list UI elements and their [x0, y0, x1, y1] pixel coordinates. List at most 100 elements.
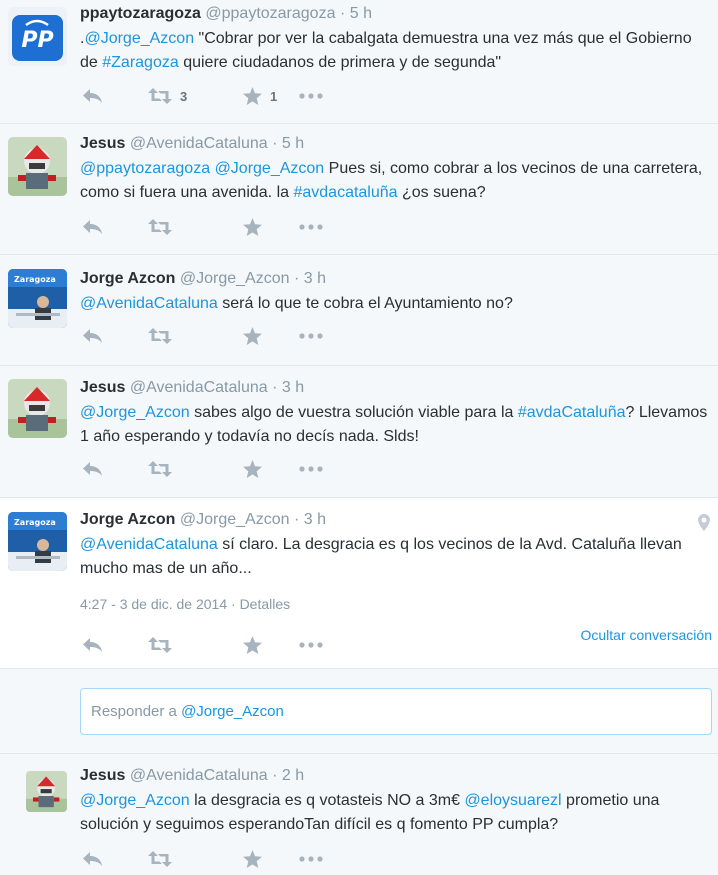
reply-button[interactable] [82, 216, 103, 238]
favorite-button[interactable] [243, 458, 262, 480]
more-button[interactable] [299, 458, 323, 480]
reply-icon [83, 89, 102, 103]
star-icon [243, 636, 262, 654]
more-button[interactable] [299, 848, 323, 870]
tweet-fullname[interactable]: ppaytozaragoza [80, 5, 201, 22]
separator-dot: · [293, 511, 300, 528]
separator-dot: · [231, 596, 236, 612]
favorite-button[interactable] [243, 216, 262, 238]
avatar[interactable] [26, 771, 67, 812]
tweet-timestamp[interactable]: 4:27 - 3 de dic. de 2014 [80, 596, 227, 612]
tweet-item[interactable]: Jesus @AvenidaCataluna · 5 h @ppaytozara… [0, 124, 718, 255]
reply-button[interactable] [82, 634, 103, 656]
tweet-fullname[interactable]: Jorge Azcon [80, 511, 175, 528]
retweet-button[interactable] [148, 458, 172, 480]
mention-link[interactable]: @Jorge_Azcon [84, 30, 194, 47]
retweet-icon [148, 328, 172, 344]
mention-link[interactable]: @AvenidaCataluna [80, 536, 218, 553]
tweet-text: @AvenidaCataluna sí claro. La desgracia … [80, 533, 712, 581]
more-icon [299, 856, 323, 862]
more-icon [299, 333, 323, 339]
reply-button[interactable] [82, 848, 103, 870]
favorite-button[interactable]: 1 [243, 85, 277, 107]
tweet-text: @Jorge_Azcon sabes algo de vuestra soluc… [80, 401, 712, 449]
retweet-button[interactable] [148, 325, 172, 347]
hashtag-link[interactable]: #avdaCataluña [518, 404, 626, 421]
mention-link[interactable]: @Jorge_Azcon [80, 404, 190, 421]
tweet-text-segment: ¿os suena? [397, 184, 486, 201]
selected-tweet[interactable]: Zaragoza Jorge Azcon @Jorge_Azcon · 3 h … [0, 498, 718, 669]
mention-link[interactable]: @ppaytozaragoza [80, 160, 210, 177]
tweet-fullname[interactable]: Jesus [80, 379, 125, 396]
favorite-button[interactable] [243, 325, 262, 347]
more-button[interactable] [299, 634, 323, 656]
favorite-button[interactable] [243, 634, 262, 656]
retweet-count: 3 [180, 88, 188, 104]
hide-conversation-link[interactable]: Ocultar conversación [580, 627, 712, 643]
tweet-time[interactable]: 3 h [282, 379, 304, 396]
separator-dot: · [272, 379, 278, 396]
retweet-button[interactable]: 3 [148, 85, 187, 107]
tweet-text: @AvenidaCataluna será lo que te cobra el… [80, 292, 712, 316]
tweet-time[interactable]: 5 h [282, 135, 304, 152]
tweet-fullname[interactable]: Jesus [80, 767, 125, 784]
reply-button[interactable] [82, 85, 103, 107]
avatar[interactable]: Zaragoza [8, 512, 67, 571]
tweet-item[interactable]: PP ppaytozaragoza @ppaytozaragoza · 5 h … [0, 0, 718, 124]
retweet-icon [148, 219, 172, 235]
avatar[interactable]: PP [8, 7, 67, 66]
tweet-text-segment: quiere ciudadanos de primera y de segund… [178, 54, 502, 71]
retweet-button[interactable] [148, 848, 172, 870]
tweet-item[interactable]: Jesus @AvenidaCataluna · 2 h @Jorge_Azco… [0, 754, 718, 875]
favorite-count: 1 [270, 88, 278, 104]
details-link[interactable]: Detalles [240, 596, 291, 612]
hashtag-link[interactable]: #avdacataluña [293, 184, 397, 201]
tweet-item[interactable]: Zaragoza Jorge Azcon @Jorge_Azcon · 3 h … [0, 255, 718, 366]
tweet-text-segment: será lo que te cobra el Ayuntamiento no? [217, 295, 513, 312]
retweet-button[interactable] [148, 634, 172, 656]
reply-icon [83, 220, 102, 234]
tweet-username[interactable]: @Jorge_Azcon [180, 270, 290, 287]
reply-button[interactable] [82, 458, 103, 480]
svg-text:Zaragoza: Zaragoza [14, 275, 56, 284]
tweet-username[interactable]: @Jorge_Azcon [180, 511, 290, 528]
tweet-item[interactable]: Jesus @AvenidaCataluna · 3 h @Jorge_Azco… [0, 366, 718, 498]
retweet-button[interactable] [148, 216, 172, 238]
tweet-time[interactable]: 2 h [282, 767, 304, 784]
separator-dot: · [339, 5, 346, 22]
tweet-time[interactable]: 5 h [350, 5, 372, 22]
tweet-text: @ppaytozaragoza @Jorge_Azcon Pues si, co… [80, 157, 712, 205]
tweet-time[interactable]: 3 h [304, 270, 326, 287]
reply-icon [83, 638, 102, 652]
retweet-icon [148, 851, 172, 867]
tweet-text: .@Jorge_Azcon "Cobrar por ver la cabalga… [80, 27, 712, 75]
mention-link[interactable]: @AvenidaCataluna [80, 295, 218, 312]
more-button[interactable] [299, 325, 323, 347]
reply-prefix: Responder a [91, 703, 182, 720]
reply-input[interactable]: Responder a @Jorge_Azcon [80, 688, 712, 735]
separator-dot: · [272, 135, 278, 152]
mention-link[interactable]: @Jorge_Azcon [215, 160, 325, 177]
avatar[interactable]: Zaragoza [8, 269, 67, 328]
avatar[interactable] [8, 137, 67, 196]
star-icon [243, 460, 262, 478]
more-icon [299, 466, 323, 472]
more-button[interactable] [299, 85, 323, 107]
tweet-username[interactable]: @AvenidaCataluna [130, 767, 268, 784]
tweet-time[interactable]: 3 h [304, 511, 326, 528]
favorite-button[interactable] [243, 848, 262, 870]
hashtag-link[interactable]: #Zaragoza [102, 54, 179, 71]
tweet-fullname[interactable]: Jorge Azcon [80, 270, 175, 287]
reply-button[interactable] [82, 325, 103, 347]
mention-link[interactable]: @eloysuarezl [464, 792, 561, 809]
reply-icon [83, 852, 102, 866]
tweet-username[interactable]: @ppaytozaragoza [205, 5, 335, 22]
more-button[interactable] [299, 216, 323, 238]
tweet-username[interactable]: @AvenidaCataluna [130, 379, 268, 396]
retweet-icon [148, 88, 172, 104]
tweet-username[interactable]: @AvenidaCataluna [130, 135, 268, 152]
tweet-text-segment: la desgracia es q votasteis NO a 3m€ [189, 792, 465, 809]
tweet-fullname[interactable]: Jesus [80, 135, 125, 152]
mention-link[interactable]: @Jorge_Azcon [80, 792, 190, 809]
avatar[interactable] [8, 379, 67, 438]
